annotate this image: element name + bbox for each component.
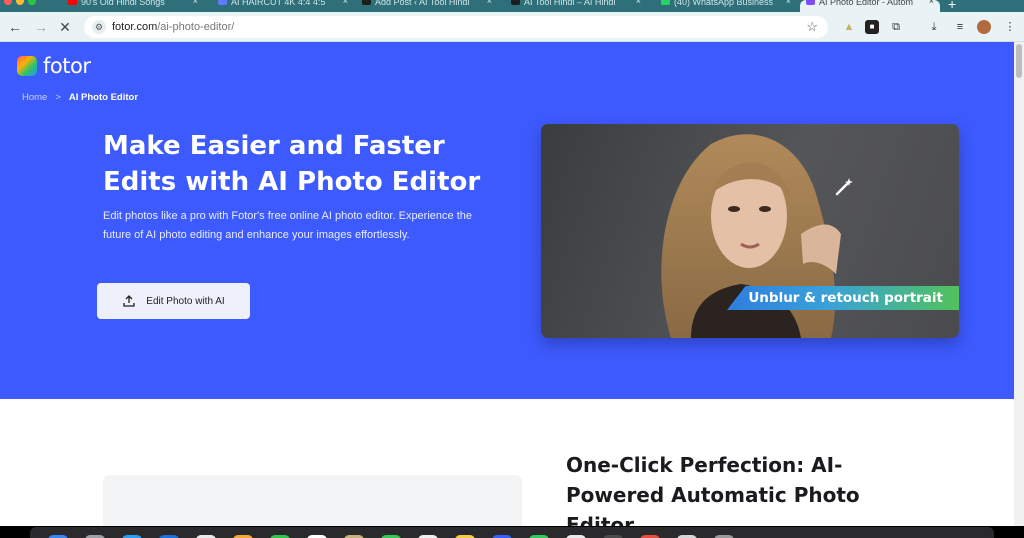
fotor-logo-icon [17,56,37,76]
bookmark-star-icon[interactable]: ☆ [806,19,818,35]
tab-close-icon[interactable]: × [487,0,492,6]
tab-close-icon[interactable]: × [929,0,934,6]
browser-tab[interactable]: Add Post ‹ AI Tool Hindi × [356,0,498,12]
browser-tab[interactable]: (40) WhatsApp Business × [655,0,797,12]
breadcrumb-home[interactable]: Home [22,92,47,103]
extension-lamp-icon[interactable]: ▲ [842,20,856,34]
forward-icon[interactable]: → [32,18,50,36]
url-host: fotor.com [112,21,158,33]
feature-image-placeholder [103,475,522,526]
hero-portrait-image: Unblur & retouch portrait [541,124,959,338]
tab-title: AI HAIRCUT 4K 4:4 4:5 [231,0,326,7]
cta-label: Edit Photo with AI [146,295,225,307]
breadcrumb-separator-icon: > [55,92,61,103]
extension-dark-icon[interactable]: ■ [865,20,879,34]
breadcrumb: Home > AI Photo Editor [22,92,138,103]
new-tab-button[interactable]: + [948,0,956,12]
scrollbar-thumb[interactable] [1016,44,1022,78]
browser-tab[interactable]: AI HAIRCUT 4K 4:4 4:5 × [212,0,354,12]
url-text[interactable]: fotor.com/ai-photo-editor/ [112,21,234,33]
edit-photo-with-ai-button[interactable]: Edit Photo with AI [97,283,250,319]
tab-favicon-icon [362,0,371,5]
page-viewport: fotor Home > AI Photo Editor Make Easier… [0,42,1014,526]
minimize-window-dot[interactable] [16,0,24,5]
page-scrollbar[interactable] [1014,42,1024,526]
tab-close-icon[interactable]: × [193,0,198,6]
browser-toolbar: ← → ✕ ⚙ fotor.com/ai-photo-editor/ ☆ ▲ ■… [0,12,1024,42]
tab-close-icon[interactable]: × [343,0,348,6]
macos-dock [30,527,994,538]
profile-avatar[interactable] [977,20,991,34]
tab-title: (40) WhatsApp Business [674,0,774,7]
hero-section: fotor Home > AI Photo Editor Make Easier… [0,42,1014,399]
tab-title: Add Post ‹ AI Tool Hindi [375,0,470,7]
upload-icon [123,295,135,307]
browser-tab[interactable]: AI Photo Editor - Autom × [800,0,940,12]
breadcrumb-current: AI Photo Editor [68,92,139,103]
site-info-icon[interactable]: ⚙ [92,20,106,34]
tab-favicon-icon [511,0,520,5]
hero-description: Edit photos like a pro with Fotor's free… [103,210,472,241]
browser-tab[interactable]: 90's Old Hindi Songs × [62,0,204,12]
tab-title: AI Photo Editor - Autom [819,0,914,7]
tab-favicon-icon [806,0,815,5]
browser-tab-strip: 90's Old Hindi Songs × AI HAIRCUT 4K 4:4 4… [0,0,1024,12]
zoom-window-dot[interactable] [28,0,36,5]
url-path: /ai-photo-editor/ [157,21,235,33]
reading-list-icon[interactable]: ≡ [953,20,967,34]
back-icon[interactable]: ← [6,18,24,36]
tab-close-icon[interactable]: × [636,0,641,6]
tab-close-icon[interactable]: × [786,0,791,6]
tab-title: 90's Old Hindi Songs [81,0,165,7]
close-window-dot[interactable] [4,0,12,5]
magic-wand-icon [835,178,853,196]
site-logo[interactable]: fotor [17,54,91,78]
tab-favicon-icon [218,0,227,5]
tab-favicon-icon [661,0,670,5]
logo-text: fotor [43,54,91,78]
address-bar[interactable]: ⚙ fotor.com/ai-photo-editor/ ☆ [84,16,828,38]
download-icon[interactable]: ⤓ [927,20,941,34]
extensions-puzzle-icon[interactable]: ⧉ [889,20,903,34]
hero-headline: Make Easier and Faster Edits with AI Pho… [103,131,481,197]
browser-tab[interactable]: AI Tool Hindi – AI Hindi × [505,0,647,12]
tab-favicon-icon [68,0,77,5]
menu-kebab-icon[interactable]: ⋮ [1003,20,1017,34]
stop-loading-icon[interactable]: ✕ [56,18,74,36]
section-heading: One-Click Perfection: AI-Powered Automat… [566,453,860,526]
image-banner-label: Unblur & retouch portrait [727,286,959,310]
tab-title: AI Tool Hindi – AI Hindi [524,0,616,7]
